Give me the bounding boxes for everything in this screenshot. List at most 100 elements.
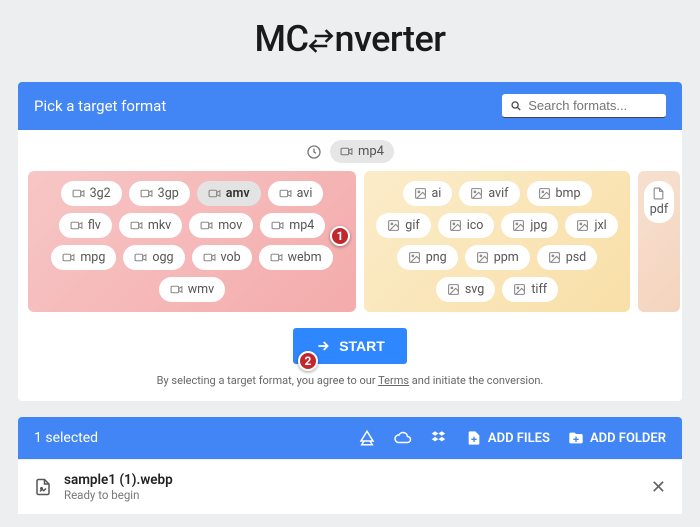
file-icon xyxy=(34,478,52,496)
start-label: START xyxy=(339,338,385,354)
image-icon xyxy=(512,219,525,232)
format-chip-webm[interactable]: webm xyxy=(259,245,333,270)
file-name: sample1 (1).webp xyxy=(64,472,173,488)
gdrive-icon[interactable] xyxy=(358,429,376,447)
format-chip-tiff[interactable]: tiff xyxy=(502,277,558,302)
format-chip-amv[interactable]: amv xyxy=(197,181,261,206)
add-files-button[interactable]: ADD FILES xyxy=(466,430,550,446)
image-icon xyxy=(408,251,421,264)
chip-label: gif xyxy=(405,218,419,233)
recent-label: mp4 xyxy=(358,144,384,159)
chip-label: vob xyxy=(221,250,241,265)
image-panel: ai avif bmp gif ico jpg jxl png ppm psd svg tiff xyxy=(364,171,630,312)
app-logo: MCnverter xyxy=(254,18,445,60)
chip-label: 3g2 xyxy=(90,186,111,201)
recent-chip[interactable]: mp4 xyxy=(330,140,394,163)
format-chip-psd[interactable]: psd xyxy=(537,245,598,270)
chip-label: mpg xyxy=(80,250,105,265)
video-icon xyxy=(208,187,221,200)
format-chip-avi[interactable]: avi xyxy=(268,181,324,206)
chip-label: flv xyxy=(88,218,101,233)
format-panels: 3g2 3gp amv avi flv mkv mov mp4 mpg ogg vob webm wmv… xyxy=(18,171,682,322)
format-chip-jxl[interactable]: jxl xyxy=(565,213,617,238)
image-icon xyxy=(548,251,561,264)
format-chip-flv[interactable]: flv xyxy=(59,213,112,238)
format-chip-3g2[interactable]: 3g2 xyxy=(61,181,122,206)
format-chip-mkv[interactable]: mkv xyxy=(119,213,182,238)
format-chip-svg[interactable]: svg xyxy=(436,277,495,302)
format-chip-avif[interactable]: avif xyxy=(459,181,519,206)
picker-title: Pick a target format xyxy=(34,97,166,115)
format-chip-vob[interactable]: vob xyxy=(192,245,252,270)
video-panel: 3g2 3gp amv avi flv mkv mov mp4 mpg ogg vob webm wmv xyxy=(28,171,356,312)
dropbox-icon[interactable] xyxy=(430,429,448,447)
video-icon xyxy=(279,187,292,200)
swap-icon xyxy=(306,26,336,56)
file-plus-icon xyxy=(466,430,482,446)
format-chip-pdf[interactable]: pdf xyxy=(644,181,674,223)
chip-label: ogg xyxy=(152,250,173,265)
image-icon xyxy=(576,219,589,232)
terms-link[interactable]: Terms xyxy=(378,374,409,387)
document-icon xyxy=(652,187,665,200)
video-icon xyxy=(170,283,183,296)
chip-label: ico xyxy=(467,218,484,233)
format-chip-mov[interactable]: mov xyxy=(189,213,253,238)
video-icon xyxy=(203,251,216,264)
selected-count: 1 selected xyxy=(34,430,98,446)
chip-label: avi xyxy=(297,186,313,201)
chip-label: mp4 xyxy=(289,218,314,233)
search-icon xyxy=(510,99,522,113)
remove-file-button[interactable]: ✕ xyxy=(651,477,666,498)
chip-label: svg xyxy=(465,282,484,297)
format-chip-gif[interactable]: gif xyxy=(376,213,430,238)
format-chip-png[interactable]: png xyxy=(397,245,458,270)
image-icon xyxy=(476,251,489,264)
chip-label: jxl xyxy=(594,218,606,233)
chip-label: png xyxy=(426,250,447,265)
video-icon xyxy=(140,187,153,200)
chip-label: pdf xyxy=(650,202,668,217)
chip-label: tiff xyxy=(531,282,547,297)
file-toolbar: 1 selected ADD FILES ADD FOLDER xyxy=(18,417,682,459)
format-chip-mpg[interactable]: mpg xyxy=(51,245,116,270)
chip-label: 3gp xyxy=(158,186,179,201)
image-icon xyxy=(538,187,551,200)
chip-label: bmp xyxy=(556,186,581,201)
search-input[interactable] xyxy=(528,98,658,113)
format-chip-3gp[interactable]: 3gp xyxy=(129,181,190,206)
format-chip-ogg[interactable]: ogg xyxy=(123,245,184,270)
file-row: sample1 (1).webp Ready to begin ✕ xyxy=(18,459,682,514)
cloud-icon[interactable] xyxy=(394,429,412,447)
chip-label: psd xyxy=(566,250,587,265)
image-icon xyxy=(414,187,427,200)
chip-label: jpg xyxy=(530,218,547,233)
file-status: Ready to begin xyxy=(64,488,173,502)
terms-text: By selecting a target format, you agree … xyxy=(18,374,682,401)
add-folder-button[interactable]: ADD FOLDER xyxy=(568,430,666,446)
picker-header: Pick a target format xyxy=(18,82,682,130)
image-icon xyxy=(387,219,400,232)
image-icon xyxy=(447,283,460,296)
format-chip-bmp[interactable]: bmp xyxy=(527,181,592,206)
logo-area: MCnverter xyxy=(0,0,700,82)
start-row: START xyxy=(18,322,682,374)
chip-label: webm xyxy=(288,250,322,265)
chip-label: mkv xyxy=(148,218,171,233)
format-chip-ico[interactable]: ico xyxy=(438,213,495,238)
annotation-1: 1 xyxy=(330,226,350,246)
video-icon xyxy=(340,145,353,158)
image-icon xyxy=(449,219,462,232)
format-chip-ai[interactable]: ai xyxy=(403,181,453,206)
chip-label: ai xyxy=(432,186,442,201)
search-box[interactable] xyxy=(502,94,666,118)
format-chip-ppm[interactable]: ppm xyxy=(465,245,530,270)
format-chip-mp4[interactable]: mp4 xyxy=(260,213,325,238)
chip-label: amv xyxy=(226,186,250,201)
video-icon xyxy=(270,251,283,264)
format-chip-wmv[interactable]: wmv xyxy=(159,277,225,302)
chip-label: ppm xyxy=(494,250,519,265)
history-icon xyxy=(306,144,322,160)
format-chip-jpg[interactable]: jpg xyxy=(501,213,558,238)
file-meta: sample1 (1).webp Ready to begin xyxy=(64,472,173,502)
